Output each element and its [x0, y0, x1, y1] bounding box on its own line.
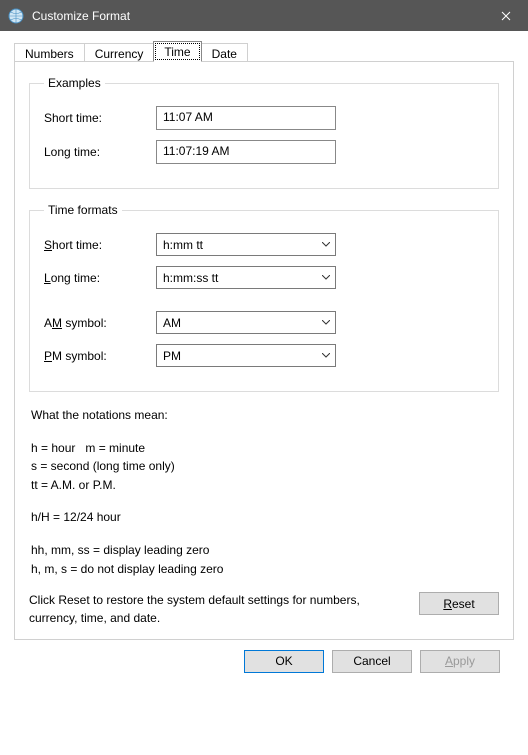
tab-numbers[interactable]: Numbers — [14, 43, 85, 63]
notations-line4: h/H = 12/24 hour — [31, 508, 497, 527]
pm-symbol-value: PM — [157, 349, 317, 363]
titlebar: Customize Format — [0, 0, 528, 31]
short-time-format-combo[interactable]: h:mm tt — [156, 233, 336, 256]
short-time-example-label: Short time: — [44, 111, 156, 125]
notations-heading: What the notations mean: — [31, 406, 497, 425]
formats-group: Time formats Short time: h:mm tt Long ti… — [29, 203, 499, 392]
notations-line5: hh, mm, ss = display leading zero — [31, 541, 497, 560]
formats-legend: Time formats — [44, 203, 122, 217]
tab-time[interactable]: Time — [153, 41, 201, 62]
long-time-format-value: h:mm:ss tt — [157, 271, 317, 285]
chevron-down-icon — [317, 353, 335, 358]
am-symbol-combo[interactable]: AM — [156, 311, 336, 334]
apply-button[interactable]: Apply — [420, 650, 500, 673]
long-time-format-label: Long time: — [44, 271, 156, 285]
chevron-down-icon — [317, 275, 335, 280]
tab-currency[interactable]: Currency — [84, 43, 155, 63]
pm-symbol-label: PM symbol: — [44, 349, 156, 363]
pm-symbol-combo[interactable]: PM — [156, 344, 336, 367]
long-time-example-label: Long time: — [44, 145, 156, 159]
notations-line6: h, m, s = do not display leading zero — [31, 560, 497, 579]
long-time-example-value: 11:07:19 AM — [156, 140, 336, 164]
examples-legend: Examples — [44, 76, 105, 90]
examples-group: Examples Short time: 11:07 AM Long time:… — [29, 76, 499, 189]
tab-panel-time: Examples Short time: 11:07 AM Long time:… — [14, 61, 514, 640]
tab-date[interactable]: Date — [201, 43, 248, 63]
chevron-down-icon — [317, 320, 335, 325]
reset-button[interactable]: Reset — [419, 592, 499, 615]
ok-button[interactable]: OK — [244, 650, 324, 673]
tab-strip: Numbers Currency Time Date — [14, 41, 514, 62]
short-time-format-value: h:mm tt — [157, 238, 317, 252]
notations-line3: tt = A.M. or P.M. — [31, 476, 497, 495]
notations-line2: s = second (long time only) — [31, 457, 497, 476]
notations-line1: h = hour m = minute — [31, 439, 497, 458]
am-symbol-label: AM symbol: — [44, 316, 156, 330]
window-title: Customize Format — [32, 9, 483, 23]
close-button[interactable] — [483, 0, 528, 31]
short-time-example-value: 11:07 AM — [156, 106, 336, 130]
chevron-down-icon — [317, 242, 335, 247]
app-icon — [8, 8, 24, 24]
long-time-format-combo[interactable]: h:mm:ss tt — [156, 266, 336, 289]
notations-block: What the notations mean: h = hour m = mi… — [31, 406, 497, 578]
cancel-button[interactable]: Cancel — [332, 650, 412, 673]
dialog-buttons: OK Cancel Apply — [14, 640, 514, 673]
reset-description: Click Reset to restore the system defaul… — [29, 592, 407, 627]
short-time-format-label: Short time: — [44, 238, 156, 252]
am-symbol-value: AM — [157, 316, 317, 330]
